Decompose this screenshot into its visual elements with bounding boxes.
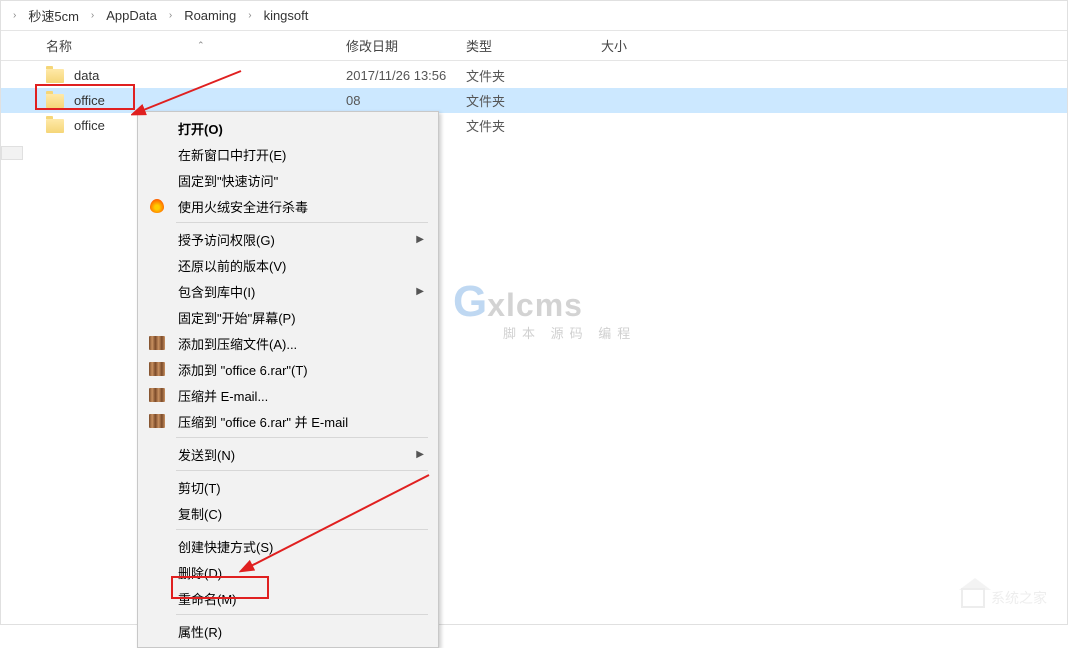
menu-separator	[176, 222, 428, 223]
archive-icon	[148, 412, 166, 430]
menu-item-pin-to-start[interactable]: 固定到"开始"屏幕(P)	[138, 304, 438, 330]
column-name[interactable]: 名称 ⌃	[46, 36, 346, 55]
column-size[interactable]: 大小	[601, 36, 701, 55]
column-label: 名称	[46, 36, 72, 55]
archive-icon	[148, 334, 166, 352]
menu-item-open-new-window[interactable]: 在新窗口中打开(E)	[138, 141, 438, 167]
folder-icon	[46, 94, 64, 108]
watermark-logo: G	[453, 277, 487, 326]
chevron-right-icon: ▶	[416, 449, 424, 460]
menu-item-cut[interactable]: 剪切(T)	[138, 474, 438, 500]
file-name: office	[74, 93, 346, 108]
chevron-right-icon: ›	[5, 10, 24, 21]
table-row[interactable]: data 2017/11/26 13:56 文件夹	[1, 63, 1067, 88]
menu-separator	[176, 614, 428, 615]
chevron-right-icon: ›	[161, 10, 180, 21]
folder-icon	[46, 119, 64, 133]
watermark-corner-text: 系统之家	[991, 588, 1047, 608]
table-row[interactable]: office 08 文件夹	[1, 88, 1067, 113]
fire-icon	[148, 197, 166, 215]
menu-item-send-to[interactable]: 发送到(N)▶	[138, 441, 438, 467]
column-date[interactable]: 修改日期	[346, 36, 466, 55]
menu-separator	[176, 529, 428, 530]
watermark: Gxlcms 脚本 源码 编程	[453, 277, 636, 342]
file-name: data	[74, 68, 346, 83]
folder-icon	[46, 69, 64, 83]
menu-item-copy[interactable]: 复制(C)	[138, 500, 438, 526]
menu-separator	[176, 470, 428, 471]
breadcrumb-item[interactable]: Roaming	[180, 8, 240, 23]
watermark-text: xlcms	[487, 287, 583, 323]
breadcrumb-item[interactable]: AppData	[102, 8, 161, 23]
file-date: 08	[346, 93, 466, 108]
file-date: 2017/11/26 13:56	[346, 68, 466, 83]
column-headers: 名称 ⌃ 修改日期 类型 大小	[1, 31, 1067, 61]
breadcrumb-item[interactable]: 秒速5cm	[24, 6, 83, 25]
watermark-corner: 系统之家	[961, 588, 1047, 608]
archive-icon	[148, 360, 166, 378]
watermark-subtitle: 脚本 源码 编程	[503, 323, 636, 342]
menu-item-compress-email[interactable]: 压缩并 E-mail...	[138, 382, 438, 408]
menu-item-restore-previous[interactable]: 还原以前的版本(V)	[138, 252, 438, 278]
menu-item-add-to-rar[interactable]: 添加到 "office 6.rar"(T)	[138, 356, 438, 382]
chevron-right-icon: ›	[83, 10, 102, 21]
menu-separator	[176, 437, 428, 438]
sidebar-stub	[1, 146, 23, 160]
chevron-right-icon: ▶	[416, 234, 424, 245]
menu-item-open[interactable]: 打开(O)	[138, 115, 438, 141]
menu-item-add-to-archive[interactable]: 添加到压缩文件(A)...	[138, 330, 438, 356]
sort-arrow-icon: ⌃	[197, 40, 205, 51]
menu-item-include-in-library[interactable]: 包含到库中(I)▶	[138, 278, 438, 304]
column-type[interactable]: 类型	[466, 36, 601, 55]
file-type: 文件夹	[466, 91, 601, 110]
menu-item-huorong-scan[interactable]: 使用火绒安全进行杀毒	[138, 193, 438, 219]
breadcrumb[interactable]: › 秒速5cm › AppData › Roaming › kingsoft	[1, 1, 1067, 31]
menu-item-compress-rar-email[interactable]: 压缩到 "office 6.rar" 并 E-mail	[138, 408, 438, 434]
file-type: 文件夹	[466, 116, 601, 135]
archive-icon	[148, 386, 166, 404]
context-menu: 打开(O) 在新窗口中打开(E) 固定到"快速访问" 使用火绒安全进行杀毒 授予…	[137, 111, 439, 648]
menu-item-delete[interactable]: 删除(D)	[138, 559, 438, 585]
menu-item-properties[interactable]: 属性(R)	[138, 618, 438, 644]
menu-item-grant-access[interactable]: 授予访问权限(G)▶	[138, 226, 438, 252]
house-icon	[961, 588, 985, 608]
menu-item-create-shortcut[interactable]: 创建快捷方式(S)	[138, 533, 438, 559]
file-type: 文件夹	[466, 66, 601, 85]
breadcrumb-item[interactable]: kingsoft	[260, 8, 313, 23]
chevron-right-icon: ›	[240, 10, 259, 21]
menu-item-pin-quick-access[interactable]: 固定到"快速访问"	[138, 167, 438, 193]
menu-item-rename[interactable]: 重命名(M)	[138, 585, 438, 611]
chevron-right-icon: ▶	[416, 286, 424, 297]
